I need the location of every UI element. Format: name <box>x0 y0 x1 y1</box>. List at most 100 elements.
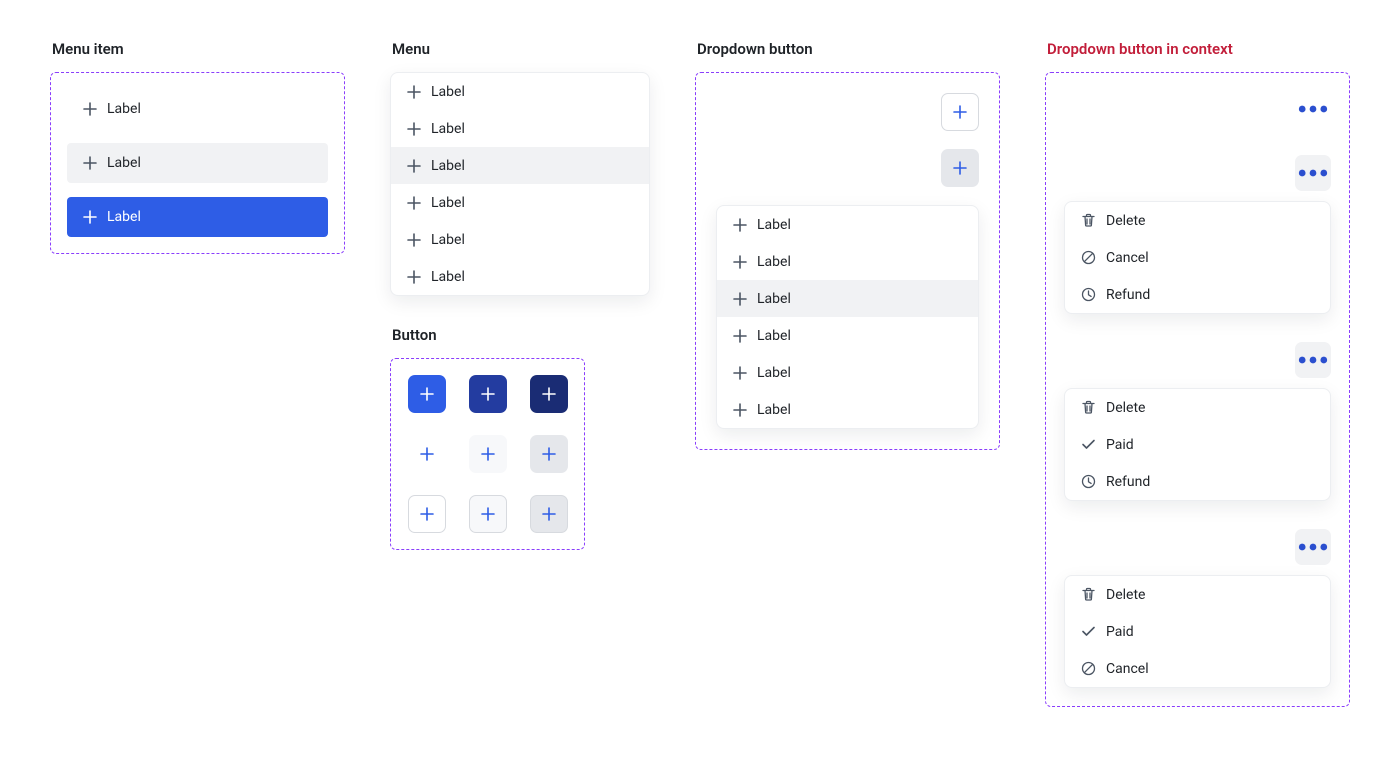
icon-button[interactable] <box>530 375 568 413</box>
plus-icon <box>733 218 747 232</box>
plus-icon <box>733 255 747 269</box>
menu-item[interactable]: Label <box>391 147 649 184</box>
icon-button[interactable] <box>408 435 446 473</box>
dropdown-trigger-outline[interactable] <box>941 93 979 131</box>
check-icon <box>1081 624 1096 639</box>
menu-item-label: Paid <box>1106 437 1134 453</box>
clock-icon <box>1081 474 1096 489</box>
menu-item[interactable]: Label <box>717 280 978 317</box>
menu-item[interactable]: Label <box>717 391 978 428</box>
menu-item-label: Label <box>431 121 465 137</box>
menu-item-label: Cancel <box>1106 661 1149 677</box>
icon-button[interactable] <box>469 375 507 413</box>
icon-button[interactable] <box>408 495 446 533</box>
dropdown-trigger-filled[interactable] <box>941 149 979 187</box>
menu-item-hover[interactable]: Label <box>67 143 328 183</box>
menu-item-label: Label <box>431 158 465 174</box>
icon-button[interactable] <box>469 435 507 473</box>
menu-item-label: Label <box>757 328 791 344</box>
plus-icon <box>83 210 97 224</box>
plus-icon <box>83 156 97 170</box>
more-icon <box>1295 342 1331 378</box>
more-actions-button[interactable] <box>1295 155 1331 191</box>
menu-item-states: Label Label Label <box>50 72 345 254</box>
menu-item[interactable]: Label <box>391 110 649 147</box>
context-menu-item[interactable]: Refund <box>1065 276 1330 313</box>
more-icon <box>1295 91 1331 127</box>
menu-item-label: Label <box>757 291 791 307</box>
plus-icon <box>83 102 97 116</box>
plus-icon <box>542 447 556 461</box>
icon-button[interactable] <box>469 495 507 533</box>
section-title: Menu item <box>52 40 345 58</box>
context-group: Delete Paid Cancel <box>1064 529 1331 688</box>
trash-icon <box>1081 400 1096 415</box>
context-menu-item[interactable]: Paid <box>1065 426 1330 463</box>
menu-item-label: Delete <box>1106 400 1145 416</box>
section-menu-and-button: Menu Label Label Label Label Label Label Butt… <box>390 40 650 550</box>
menu-item-label: Label <box>431 84 465 100</box>
section-title: Menu <box>392 40 650 58</box>
context-menu-item[interactable]: Delete <box>1065 389 1330 426</box>
menu-item-label: Label <box>431 269 465 285</box>
plus-icon <box>733 329 747 343</box>
menu-item-label: Label <box>757 254 791 270</box>
more-actions-button[interactable] <box>1295 91 1331 127</box>
context-menu-item[interactable]: Paid <box>1065 613 1330 650</box>
plus-icon <box>407 159 421 173</box>
plus-icon <box>733 366 747 380</box>
menu-item-label: Label <box>757 365 791 381</box>
menu-item[interactable]: Label <box>717 354 978 391</box>
context-menu-item[interactable]: Refund <box>1065 463 1330 500</box>
context-menu-item[interactable]: Delete <box>1065 576 1330 613</box>
menu-item-label: Label <box>757 402 791 418</box>
plus-icon <box>542 507 556 521</box>
context-menu: Delete Paid Cancel <box>1064 575 1331 688</box>
context-menu-item[interactable]: Cancel <box>1065 239 1330 276</box>
clock-icon <box>1081 287 1096 302</box>
menu-item-label: Delete <box>1106 213 1145 229</box>
trash-icon <box>1081 587 1096 602</box>
menu-item-label: Label <box>107 155 141 171</box>
icon-button[interactable] <box>408 375 446 413</box>
icon-button[interactable] <box>530 495 568 533</box>
section-title: Button <box>392 326 650 344</box>
menu-item-label: Delete <box>1106 587 1145 603</box>
menu-item-default[interactable]: Label <box>67 89 328 129</box>
plus-icon <box>733 292 747 306</box>
menu-item[interactable]: Label <box>391 258 649 295</box>
more-actions-button[interactable] <box>1295 529 1331 565</box>
plus-icon <box>420 447 434 461</box>
menu-item[interactable]: Label <box>391 73 649 110</box>
dropdown-showcase: Label Label Label Label Label Label <box>695 72 1000 450</box>
context-menu-item[interactable]: Delete <box>1065 202 1330 239</box>
menu-item-label: Label <box>431 195 465 211</box>
plus-icon <box>733 403 747 417</box>
menu-item-active[interactable]: Label <box>67 197 328 237</box>
menu-item-label: Label <box>107 209 141 225</box>
context-menu-item[interactable]: Cancel <box>1065 650 1330 687</box>
icon-button[interactable] <box>530 435 568 473</box>
plus-icon <box>481 387 495 401</box>
menu-item[interactable]: Label <box>717 243 978 280</box>
button-grid <box>390 358 585 550</box>
plus-icon <box>407 85 421 99</box>
menu-item-label: Refund <box>1106 474 1150 490</box>
plus-icon <box>953 161 967 175</box>
menu-item[interactable]: Label <box>717 317 978 354</box>
menu-item-label: Refund <box>1106 287 1150 303</box>
section-title: Dropdown button in context <box>1047 40 1350 58</box>
section-dropdown: Dropdown button LabelLabelLabelLabelLabe… <box>695 40 1000 450</box>
plus-icon <box>953 105 967 119</box>
dropdown-context-showcase: DeleteCancelRefundDeletePaidRefundDelete… <box>1045 72 1350 707</box>
plus-icon <box>407 122 421 136</box>
menu-item[interactable]: Label <box>391 184 649 221</box>
menu-item-label: Label <box>107 101 141 117</box>
menu-item-label: Paid <box>1106 624 1134 640</box>
menu-item[interactable]: Label <box>717 206 978 243</box>
menu-item[interactable]: Label <box>391 221 649 258</box>
context-menu: Delete Paid Refund <box>1064 388 1331 501</box>
menu-panel: Label Label Label Label Label Label <box>390 72 650 296</box>
more-actions-button[interactable] <box>1295 342 1331 378</box>
plus-icon <box>481 447 495 461</box>
